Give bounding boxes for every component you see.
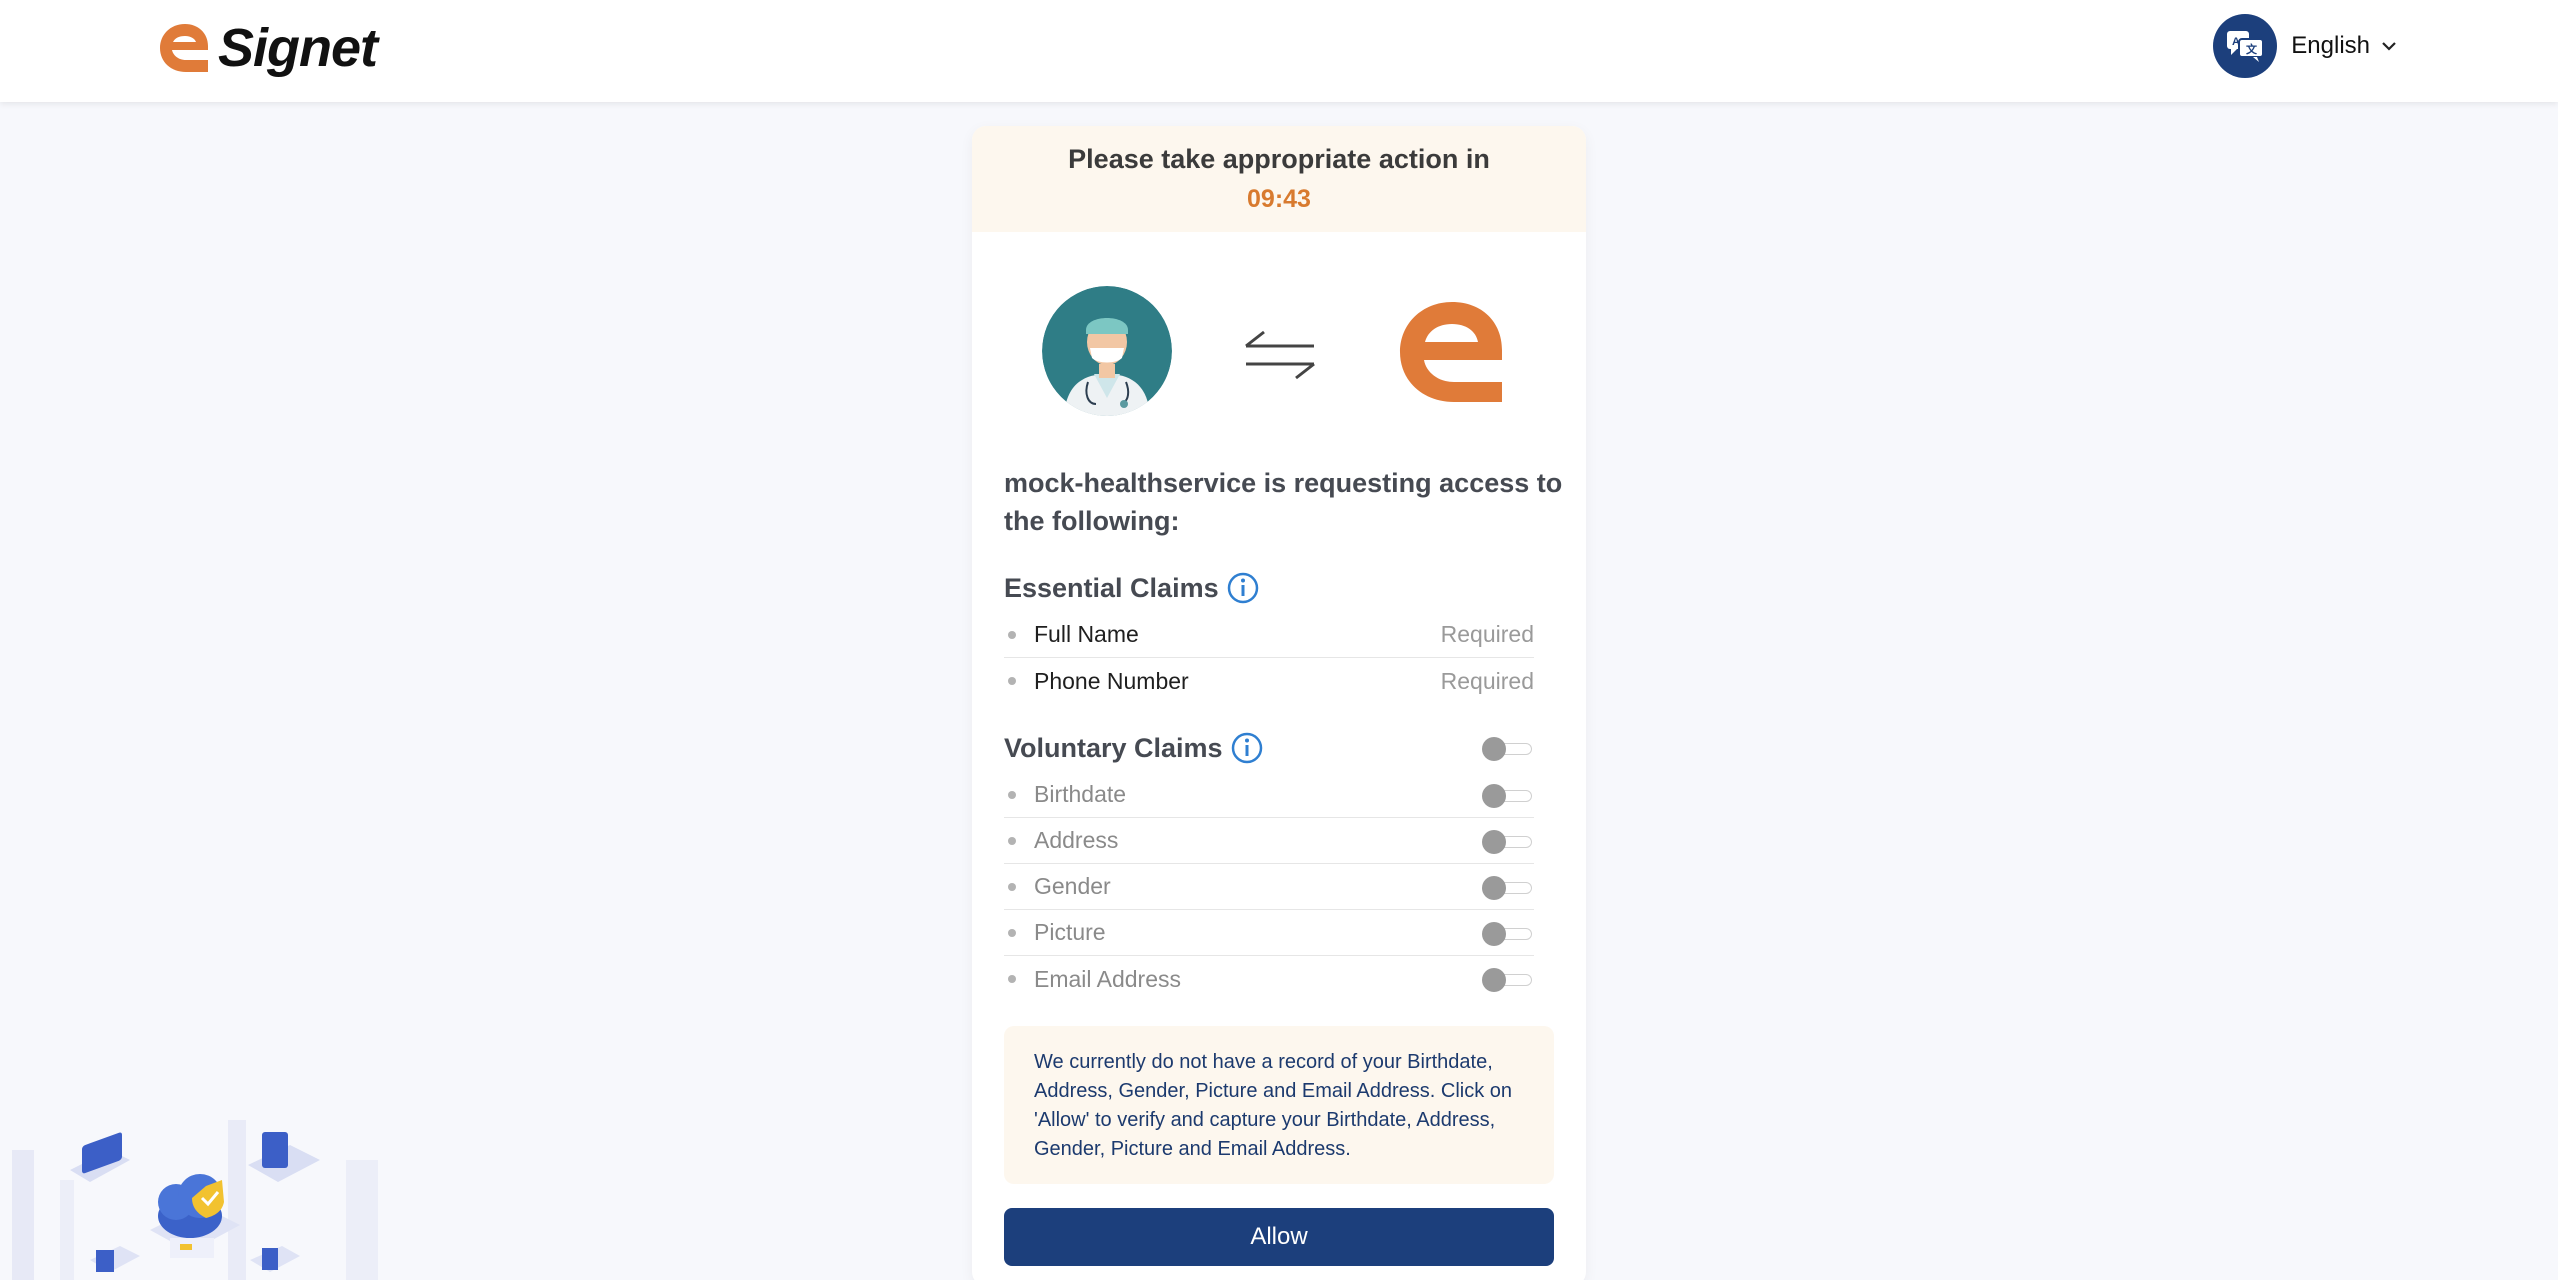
essential-claim-row: Phone Number Required bbox=[1004, 658, 1534, 704]
voluntary-claim-row: Picture bbox=[1004, 910, 1534, 956]
security-illustration-icon bbox=[12, 1120, 378, 1280]
chevron-down-icon bbox=[2382, 42, 2396, 51]
relying-party-pair bbox=[972, 232, 1586, 432]
exchange-arrows-icon bbox=[1245, 330, 1315, 380]
language-icon: A 文 bbox=[2213, 14, 2278, 78]
essential-claims-title: Essential Claims bbox=[1004, 572, 1259, 604]
claim-required-badge: Required bbox=[1440, 621, 1534, 647]
top-header: Signet A 文 English bbox=[0, 0, 2558, 102]
info-icon[interactable] bbox=[1227, 572, 1259, 604]
claim-label: Phone Number bbox=[1034, 667, 1189, 694]
toggle-knob bbox=[1482, 968, 1506, 992]
claim-label: Birthdate bbox=[1034, 781, 1127, 807]
birthdate-toggle[interactable] bbox=[1482, 783, 1534, 808]
svg-text:文: 文 bbox=[2246, 42, 2258, 56]
allow-button[interactable]: Allow bbox=[1004, 1208, 1554, 1266]
language-label: English bbox=[2291, 32, 2370, 59]
voluntary-claim-row: Email Address bbox=[1004, 956, 1534, 1002]
info-icon[interactable] bbox=[1231, 732, 1263, 764]
toggle-knob bbox=[1482, 921, 1506, 946]
picture-toggle[interactable] bbox=[1482, 921, 1534, 946]
bullet-icon bbox=[1008, 882, 1016, 891]
voluntary-claim-row: Gender bbox=[1004, 864, 1534, 910]
timer-title: Please take appropriate action in bbox=[1068, 144, 1490, 174]
bullet-icon bbox=[1008, 928, 1016, 937]
claim-label: Gender bbox=[1034, 873, 1111, 899]
voluntary-claims-label: Voluntary Claims bbox=[1004, 732, 1223, 763]
brand-logo[interactable]: Signet bbox=[156, 18, 378, 78]
bullet-icon bbox=[1008, 630, 1016, 639]
toggle-knob bbox=[1482, 737, 1506, 761]
select-all-voluntary-toggle[interactable] bbox=[1482, 737, 1534, 761]
bullet-icon bbox=[1008, 975, 1016, 983]
timer-banner: Please take appropriate action in 09:43 bbox=[972, 126, 1586, 232]
request-heading: mock-healthservice is requesting access … bbox=[1004, 468, 1563, 536]
voluntary-claims-title: Voluntary Claims bbox=[1004, 732, 1534, 764]
claim-label: Full Name bbox=[1034, 621, 1139, 647]
timer-countdown: 09:43 bbox=[1247, 185, 1311, 213]
toggle-knob bbox=[1482, 829, 1506, 854]
gender-toggle[interactable] bbox=[1482, 875, 1534, 900]
bullet-icon bbox=[1008, 790, 1016, 799]
claim-label: Email Address bbox=[1034, 965, 1182, 992]
voluntary-claim-row: Address bbox=[1004, 818, 1534, 864]
claim-required-badge: Required bbox=[1440, 667, 1534, 694]
svg-text:A: A bbox=[2232, 36, 2240, 48]
signet-logo-icon bbox=[160, 24, 208, 72]
toggle-knob bbox=[1482, 875, 1506, 900]
address-toggle[interactable] bbox=[1482, 829, 1534, 854]
toggle-knob bbox=[1482, 783, 1506, 808]
claim-label: Picture bbox=[1034, 919, 1106, 945]
doctor-avatar-icon bbox=[1042, 286, 1172, 416]
essential-claims-label: Essential Claims bbox=[1004, 572, 1219, 603]
claim-label: Address bbox=[1034, 827, 1119, 853]
email-address-toggle[interactable] bbox=[1482, 968, 1534, 992]
voluntary-claim-row: Birthdate bbox=[1004, 772, 1534, 818]
bullet-icon bbox=[1008, 836, 1016, 845]
missing-claims-note: We currently do not have a record of you… bbox=[1004, 1026, 1554, 1184]
signet-brand-icon bbox=[1400, 302, 1502, 402]
brand-name: Signet bbox=[218, 18, 378, 78]
essential-claim-row: Full Name Required bbox=[1004, 612, 1534, 658]
language-selector[interactable]: A 文 English bbox=[2213, 14, 2398, 78]
bullet-icon bbox=[1008, 677, 1016, 685]
consent-card: Please take appropriate action in 09:43 … bbox=[972, 126, 1586, 1280]
